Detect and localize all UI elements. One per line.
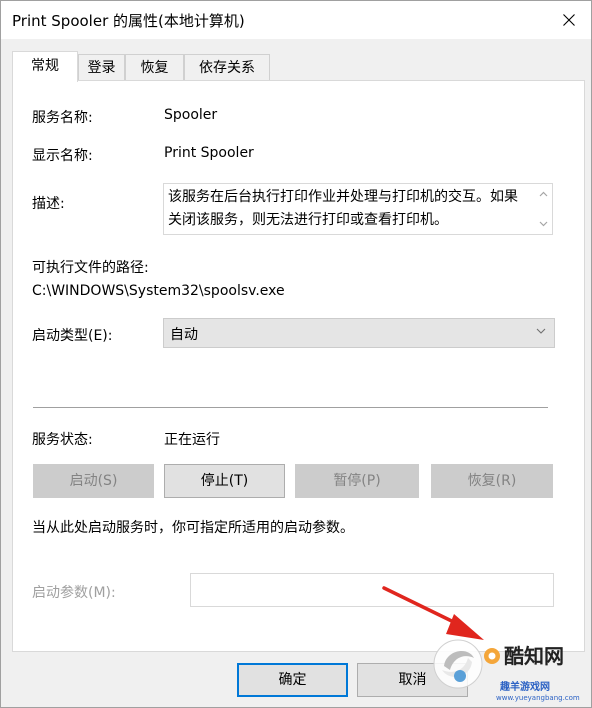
- properties-dialog: Print Spooler 的属性(本地计算机) 常规 登录 恢复 依存关系 服…: [0, 0, 592, 708]
- startup-type-label: 启动类型(E):: [32, 328, 113, 344]
- startup-params-label: 启动参数(M):: [32, 585, 116, 601]
- tab-dependencies[interactable]: 依存关系: [184, 54, 270, 81]
- scroll-up-icon[interactable]: [539, 190, 548, 199]
- chevron-down-icon: [536, 328, 546, 334]
- close-button[interactable]: [547, 1, 591, 39]
- startup-params-input[interactable]: [190, 573, 554, 607]
- divider: [33, 407, 548, 408]
- tab-strip: 常规 登录 恢复 依存关系: [12, 51, 582, 82]
- start-button[interactable]: 启动(S): [33, 464, 154, 498]
- watermark-logo-icon: [433, 639, 483, 689]
- resume-button[interactable]: 恢复(R): [431, 464, 553, 498]
- watermark-site: 趣羊游戏网: [500, 682, 550, 693]
- ok-button[interactable]: 确定: [237, 663, 348, 697]
- scroll-down-icon[interactable]: [539, 219, 548, 228]
- service-status-value: 正在运行: [164, 432, 220, 448]
- service-status-label: 服务状态:: [32, 432, 93, 448]
- stop-button[interactable]: 停止(T): [164, 464, 285, 498]
- general-panel: 服务名称: Spooler 显示名称: Print Spooler 描述: 该服…: [12, 80, 585, 652]
- tab-general[interactable]: 常规: [12, 51, 78, 82]
- description-label: 描述:: [32, 196, 65, 212]
- startup-type-select[interactable]: 自动: [163, 318, 555, 348]
- title-bar: Print Spooler 的属性(本地计算机): [1, 1, 591, 39]
- window-title: Print Spooler 的属性(本地计算机): [12, 12, 245, 30]
- watermark: 酷知网 趣羊游戏网 www.yueyangbang.com: [430, 634, 592, 708]
- close-icon: [563, 14, 575, 26]
- service-name-value: Spooler: [164, 107, 218, 123]
- display-name-label: 显示名称:: [32, 148, 93, 164]
- pause-button[interactable]: 暂停(P): [295, 464, 419, 498]
- startup-type-value: 自动: [170, 327, 198, 343]
- service-name-label: 服务名称:: [32, 110, 93, 126]
- watermark-brand: 酷知网: [504, 644, 564, 668]
- description-box[interactable]: 该服务在后台执行打印作业并处理与打印机的交互。如果关闭该服务，则无法进行打印或查…: [163, 183, 553, 235]
- path-label: 可执行文件的路径:: [32, 260, 149, 276]
- brand-mark-icon: [484, 648, 500, 664]
- description-scrollbar[interactable]: [535, 184, 552, 234]
- tab-recovery[interactable]: 恢复: [125, 54, 184, 81]
- description-text: 该服务在后台执行打印作业并处理与打印机的交互。如果关闭该服务，则无法进行打印或查…: [168, 189, 518, 228]
- display-name-value: Print Spooler: [164, 145, 254, 161]
- startup-params-hint: 当从此处启动服务时，你可指定所适用的启动参数。: [32, 520, 354, 536]
- path-value: C:\WINDOWS\System32\spoolsv.exe: [32, 283, 285, 299]
- watermark-url: www.yueyangbang.com: [496, 694, 580, 702]
- tab-logon[interactable]: 登录: [78, 54, 125, 81]
